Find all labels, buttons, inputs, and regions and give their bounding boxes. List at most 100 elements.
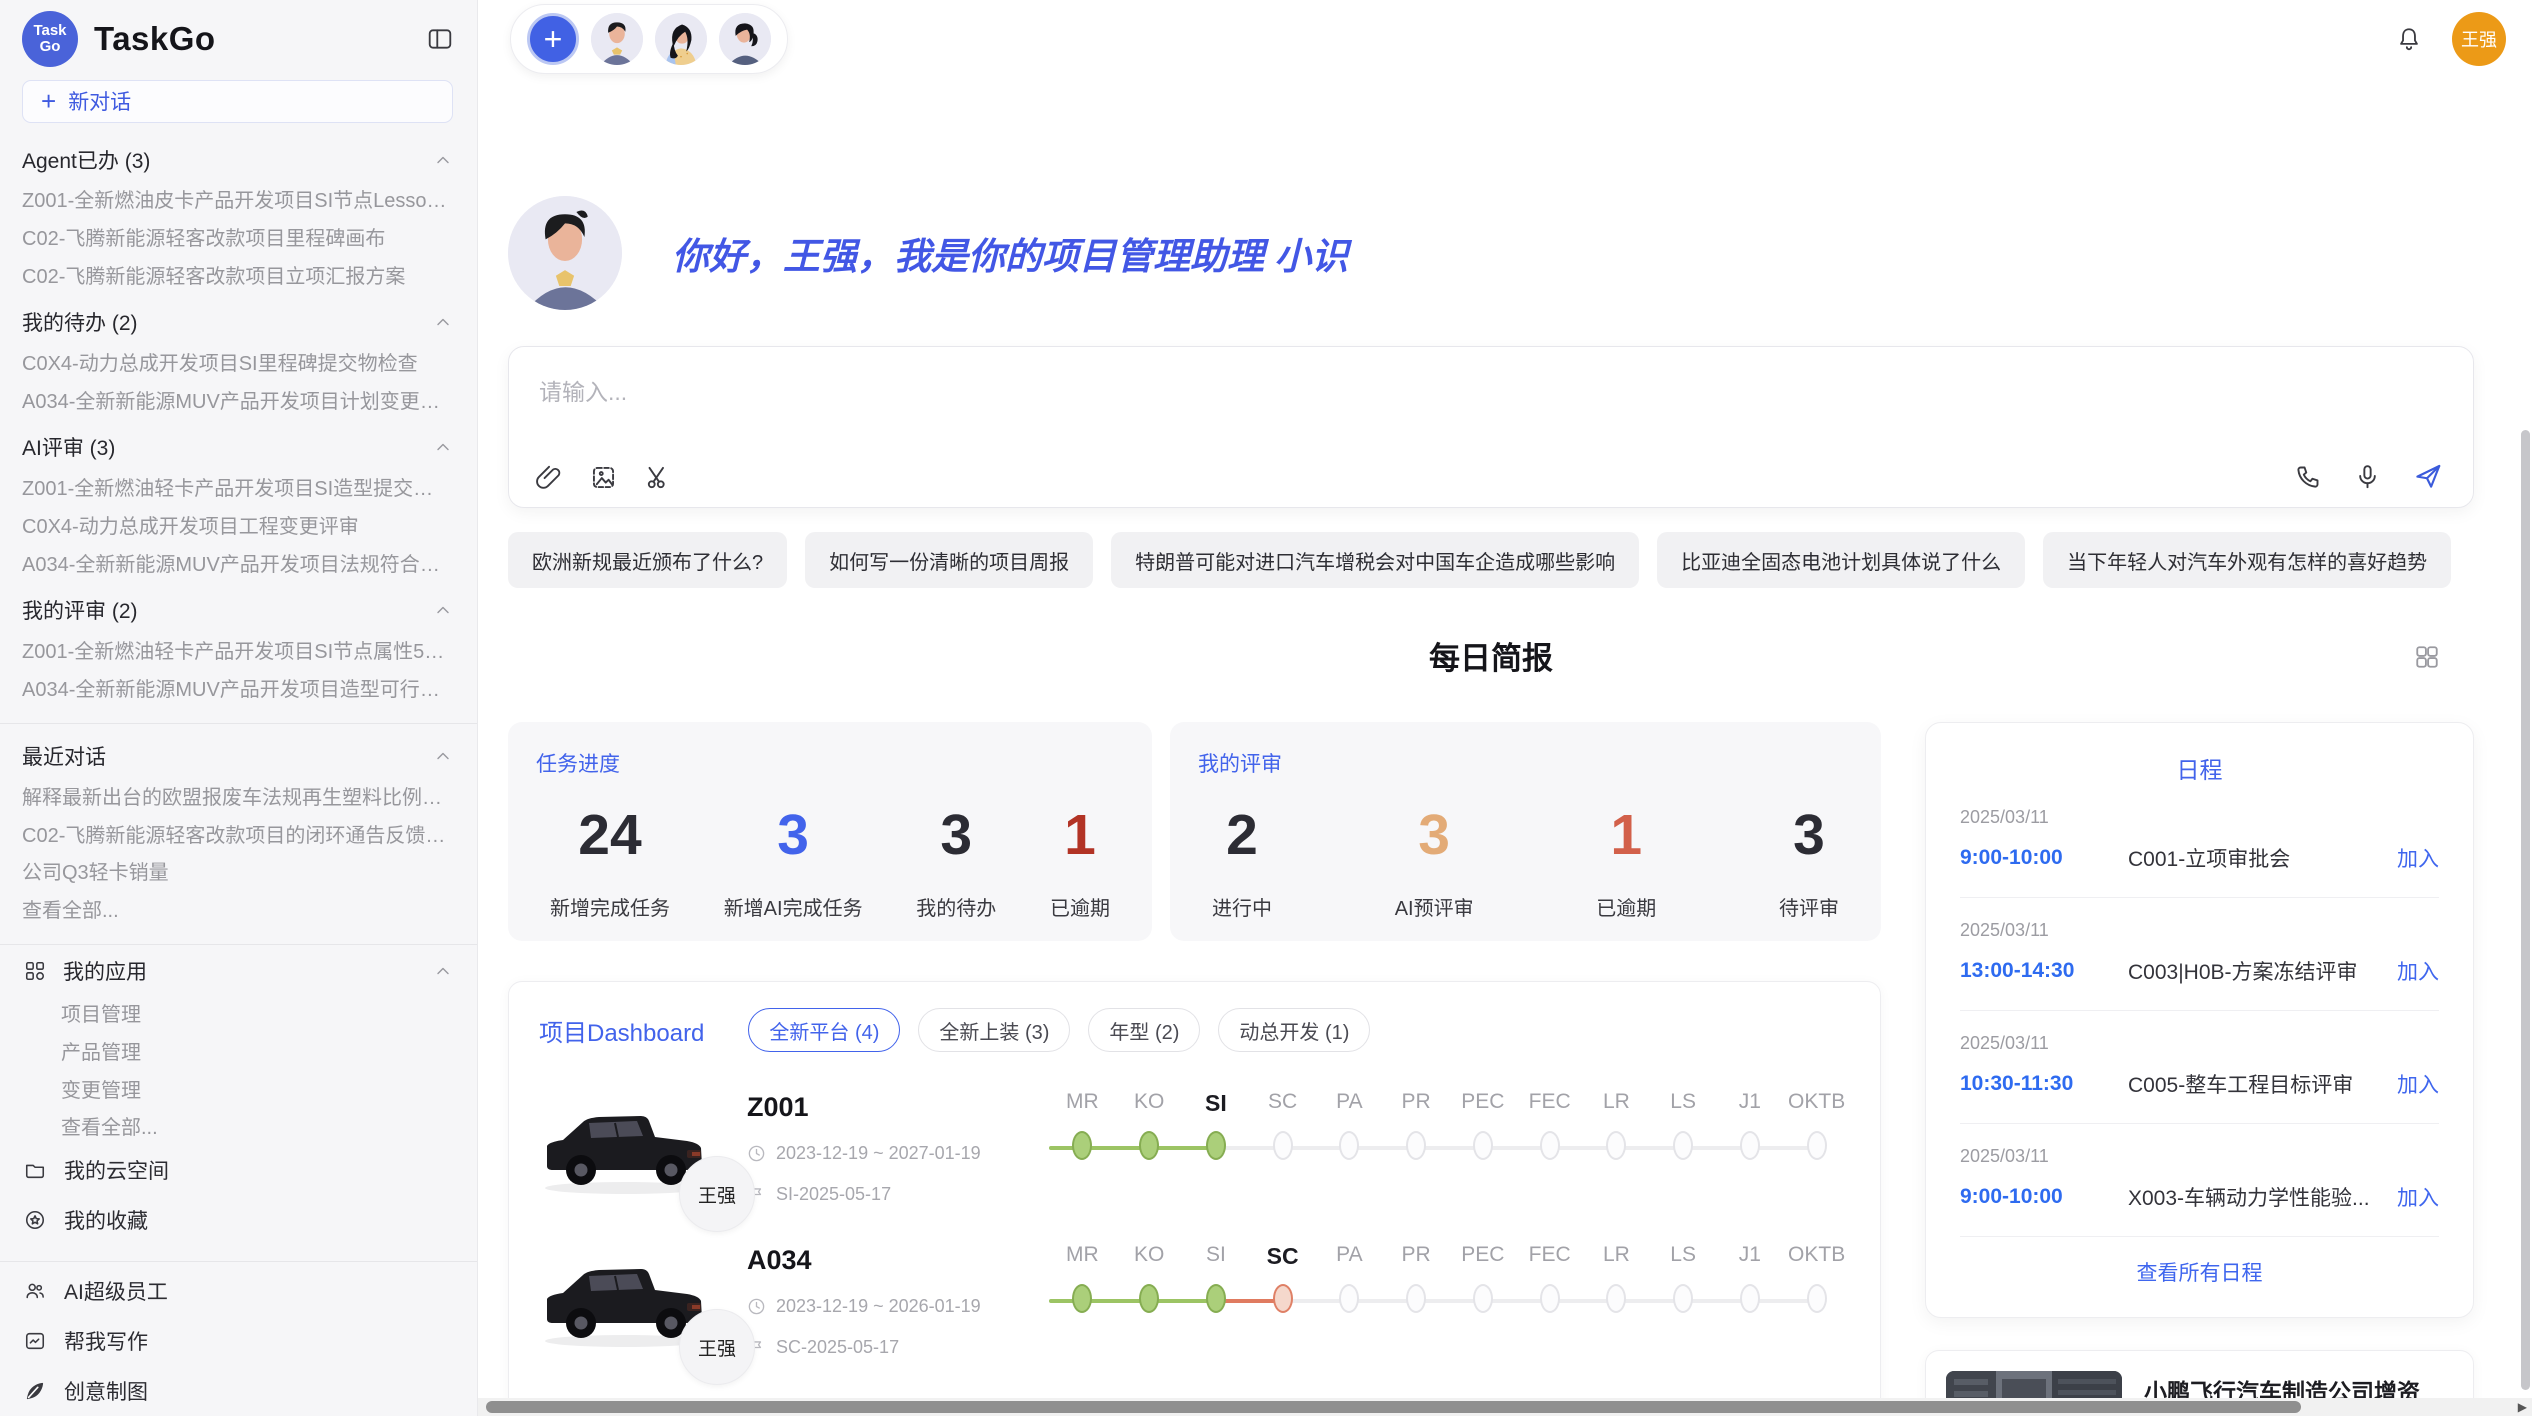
schedule-card: 日程 2025/03/11 9:00-10:00 C001-立项审批会 加入 2…	[1925, 722, 2474, 1318]
sidebar-item-view-all[interactable]: 查看全部...	[22, 890, 453, 928]
app-item-product-mgmt[interactable]: 产品管理	[22, 1032, 453, 1070]
section-recent-chats[interactable]: 最近对话	[22, 735, 453, 776]
card-title: 我的评审	[1198, 748, 1853, 778]
sidebar-item-ai-staff[interactable]: AI超级员工	[22, 1266, 453, 1316]
briefing-header: 每日简报	[508, 634, 2474, 684]
stat-label: AI预评审	[1395, 892, 1474, 921]
sidebar-item[interactable]: 公司Q3轻卡销量	[22, 852, 453, 890]
tab-year-model[interactable]: 年型 (2)	[1088, 1008, 1200, 1052]
join-link[interactable]: 加入	[2397, 843, 2439, 873]
creative-draw-label: 创意制图	[64, 1376, 148, 1406]
attachment-icon[interactable]	[535, 464, 562, 491]
horizontal-scrollbar[interactable]: ▶	[478, 1398, 2532, 1416]
send-icon[interactable]	[2413, 461, 2443, 491]
section-my-review[interactable]: 我的评审 (2)	[22, 590, 453, 631]
schedule-time: 13:00-14:30	[1960, 959, 2128, 983]
sidebar-item[interactable]: C02-飞腾新能源轻客改款项目立项汇报方案	[22, 256, 453, 294]
layout-grid-icon[interactable]	[2414, 644, 2440, 670]
milestone-label: LR	[1583, 1243, 1650, 1270]
milestone-dot	[1606, 1131, 1626, 1160]
chevron-up-icon[interactable]	[433, 746, 453, 766]
my-review-card: 我的评审 2 进行中 3 AI预评审	[1170, 722, 1881, 941]
avatar-member-1[interactable]	[591, 13, 643, 65]
milestone-dot	[1406, 1131, 1426, 1160]
project-code: Z001	[747, 1092, 1049, 1123]
milestone-label: FEC	[1516, 1243, 1583, 1270]
input-toolbar-right	[2295, 461, 2443, 491]
folder-icon	[22, 1159, 48, 1181]
milestone-label: SC	[1249, 1090, 1316, 1117]
app-item-project-mgmt[interactable]: 项目管理	[22, 994, 453, 1032]
milestone-label: MR	[1049, 1090, 1116, 1117]
milestone-dot	[1473, 1284, 1493, 1313]
input-toolbar-left	[535, 464, 672, 491]
chevron-up-icon[interactable]	[433, 150, 453, 170]
chat-input[interactable]: 请输入...	[508, 346, 2474, 508]
stat-new-ai-done: 3 新增AI完成任务	[724, 802, 863, 921]
stat-value: 1	[1596, 802, 1656, 868]
avatar-member-2[interactable]	[655, 13, 707, 65]
sidebar-item-cloud-space[interactable]: 我的云空间	[22, 1145, 453, 1195]
stat-value: 3	[916, 802, 996, 868]
suggestion-chip[interactable]: 特朗普可能对进口汽车增税会对中国车企造成哪些影响	[1111, 532, 1639, 588]
avatar-member-3[interactable]	[719, 13, 771, 65]
flag-text: SC-2025-05-17	[776, 1337, 899, 1358]
milestone-dot	[1606, 1284, 1626, 1313]
tab-new-body[interactable]: 全新上装 (3)	[918, 1008, 1070, 1052]
horizontal-scrollbar-thumb[interactable]	[486, 1401, 2301, 1413]
tab-new-platform[interactable]: 全新平台 (4)	[748, 1008, 900, 1052]
scissors-icon[interactable]	[645, 464, 672, 491]
sidebar-item[interactable]: A034-全新新能源MUV产品开发项目造型可行性评审	[22, 669, 453, 707]
chevron-up-icon[interactable]	[433, 961, 453, 981]
stat-my-todo: 3 我的待办	[916, 802, 996, 921]
sidebar-collapse-icon[interactable]	[427, 26, 453, 52]
join-link[interactable]: 加入	[2397, 1069, 2439, 1099]
section-ai-review[interactable]: AI评审 (3)	[22, 427, 453, 468]
chevron-up-icon[interactable]	[433, 600, 453, 620]
sidebar-item-favorites[interactable]: 我的收藏	[22, 1195, 453, 1245]
sidebar-item[interactable]: A034-全新新能源MUV产品开发项目法规符合性评审	[22, 544, 453, 582]
sidebar-item[interactable]: Z001-全新燃油轻卡产品开发项目SI节点属性5D文件评审	[22, 631, 453, 669]
app-item-view-all[interactable]: 查看全部...	[22, 1107, 453, 1145]
sidebar-item[interactable]: C02-飞腾新能源轻客改款项目里程碑画布	[22, 218, 453, 256]
section-agent-done[interactable]: Agent已办 (3)	[22, 139, 453, 180]
section-my-todo[interactable]: 我的待办 (2)	[22, 302, 453, 343]
sidebar-item[interactable]: C0X4-动力总成开发项目SI里程碑提交物检查	[22, 343, 453, 381]
sidebar-item[interactable]: Z001-全新燃油皮卡产品开发项目SI节点Lesson Learn报告	[22, 180, 453, 218]
new-chat-button[interactable]: + 新对话	[22, 80, 453, 123]
join-link[interactable]: 加入	[2397, 956, 2439, 986]
sidebar-header: Task Go TaskGo	[22, 10, 453, 68]
suggestion-chip[interactable]: 欧洲新规最近颁布了什么?	[508, 532, 787, 588]
suggestion-chip[interactable]: 如何写一份清晰的项目周报	[805, 532, 1093, 588]
chevron-up-icon[interactable]	[433, 437, 453, 457]
sidebar-item-help-write[interactable]: 帮我写作	[22, 1316, 453, 1366]
milestone-dots	[1049, 1131, 1850, 1165]
scrollbar-right-arrow[interactable]: ▶	[2518, 1400, 2527, 1414]
notification-bell-icon[interactable]	[2396, 26, 2422, 52]
image-icon[interactable]	[590, 464, 617, 491]
app-item-change-mgmt[interactable]: 变更管理	[22, 1070, 453, 1108]
view-all-schedule-link[interactable]: 查看所有日程	[1960, 1237, 2439, 1295]
sidebar-item[interactable]: Z001-全新燃油轻卡产品开发项目SI造型提交物评审	[22, 468, 453, 506]
microphone-icon[interactable]	[2354, 463, 2381, 490]
user-avatar[interactable]: 王强	[2452, 12, 2506, 66]
chevron-up-icon[interactable]	[433, 312, 453, 332]
project-dashboard-card: 项目Dashboard 全新平台 (4) 全新上装 (3) 年型 (2) 动总开…	[508, 981, 1881, 1416]
sidebar-item[interactable]: C0X4-动力总成开发项目工程变更评审	[22, 506, 453, 544]
tab-powertrain[interactable]: 动总开发 (1)	[1218, 1008, 1370, 1052]
schedule-name: C001-立项审批会	[2128, 843, 2383, 873]
phone-icon[interactable]	[2295, 463, 2322, 490]
join-link[interactable]: 加入	[2397, 1182, 2439, 1212]
sidebar-item[interactable]: A034-全新新能源MUV产品开发项目计划变更表编写	[22, 381, 453, 419]
add-member-button[interactable]: +	[527, 13, 579, 65]
section-my-apps[interactable]: 我的应用	[22, 949, 453, 994]
sidebar-item[interactable]: C02-飞腾新能源轻客改款项目的闭环通告反馈情况	[22, 815, 453, 853]
stat-label: 已逾期	[1050, 892, 1110, 921]
sidebar-item[interactable]: 解释最新出台的欧盟报废车法规再生塑料比例被调至15%...	[22, 777, 453, 815]
stat-ai-prereview: 3 AI预评审	[1395, 802, 1474, 921]
assistant-avatar	[508, 196, 622, 310]
sidebar-item-creative-draw[interactable]: 创意制图	[22, 1366, 453, 1416]
vertical-scrollbar-thumb[interactable]	[2521, 430, 2530, 1390]
suggestion-chip[interactable]: 当下年轻人对汽车外观有怎样的喜好趋势	[2043, 532, 2451, 588]
suggestion-chip[interactable]: 比亚迪全固态电池计划具体说了什么	[1657, 532, 2025, 588]
